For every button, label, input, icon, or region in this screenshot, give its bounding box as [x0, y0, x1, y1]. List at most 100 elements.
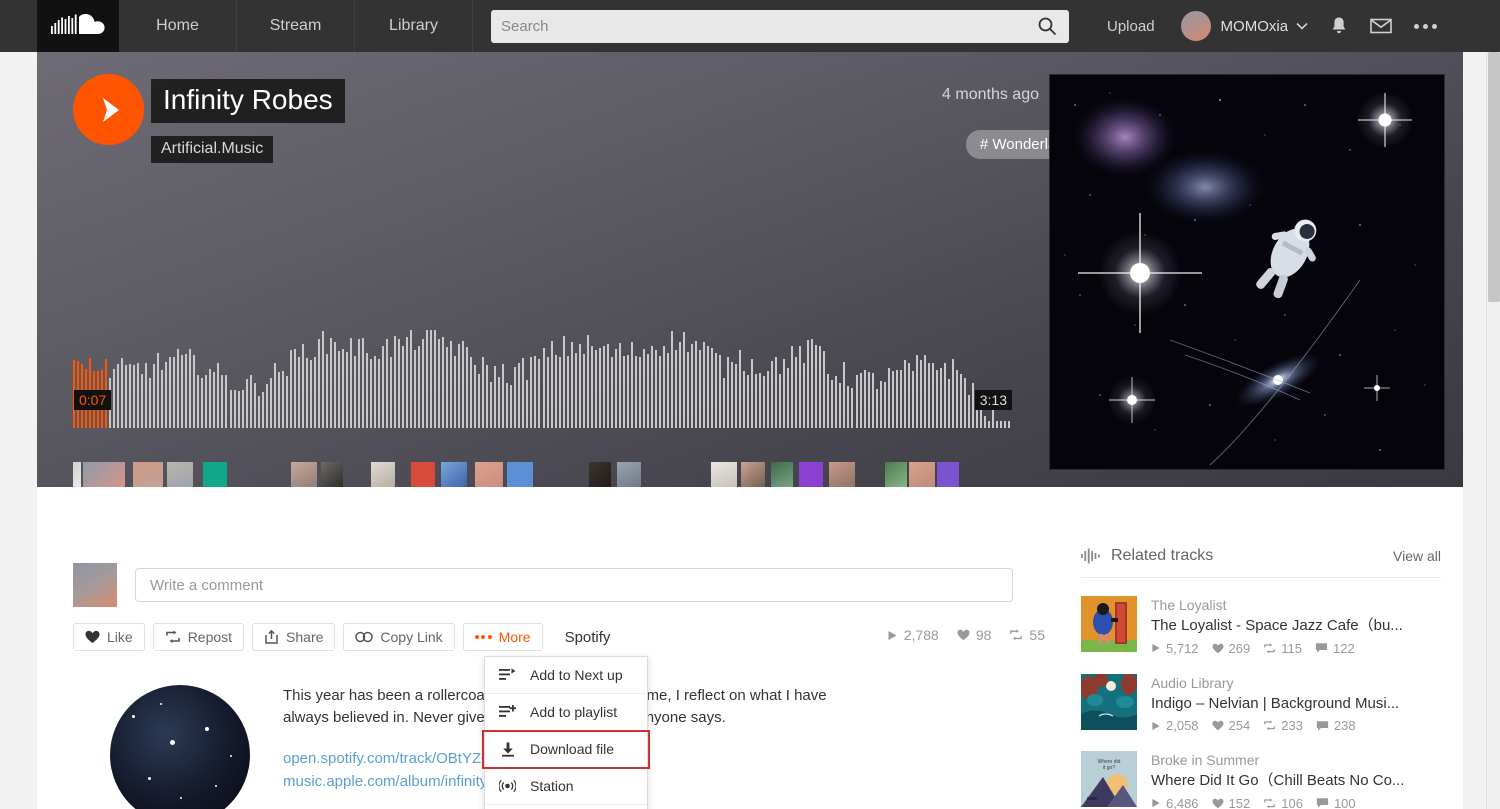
list-item[interactable]: The Loyalist The Loyalist - Space Jazz C…: [1081, 578, 1441, 656]
comment-input[interactable]: [150, 576, 998, 594]
repost-icon: [165, 630, 181, 644]
play-count: 2,788: [887, 627, 939, 643]
related-track-meta: The Loyalist The Loyalist - Space Jazz C…: [1151, 596, 1441, 656]
related-artwork-audio-library[interactable]: [1081, 673, 1137, 730]
related-track-title[interactable]: Where Did It Go（Chill Beats No Co...: [1151, 770, 1441, 792]
waveform-comment-avatars[interactable]: [73, 462, 1012, 487]
header-user-area: Upload MOMOxia: [1091, 0, 1438, 52]
track-artwork[interactable]: [1049, 74, 1445, 470]
related-track-user[interactable]: Audio Library: [1151, 674, 1441, 693]
menu-item-report[interactable]: Report: [485, 805, 647, 809]
related-artwork-broke-in-summer[interactable]: Where did it go?: [1081, 751, 1137, 808]
artist-panel: Artificial.Music ✓: [110, 685, 250, 809]
nav-item-library-label: Library: [389, 17, 438, 34]
related-track-meta: Broke in Summer Where Did It Go（Chill Be…: [1151, 751, 1441, 809]
soundcloud-logo[interactable]: [37, 0, 119, 52]
repost-label: Repost: [187, 629, 233, 645]
nav-item-stream[interactable]: Stream: [237, 0, 355, 52]
search-icon[interactable]: [1037, 16, 1057, 36]
menu-item-station[interactable]: Station: [485, 768, 647, 805]
bell-icon[interactable]: [1330, 16, 1348, 36]
copy-link-button[interactable]: Copy Link: [343, 623, 455, 651]
mail-icon[interactable]: [1370, 18, 1392, 34]
play-button[interactable]: [73, 74, 144, 145]
repost-small-icon: [1009, 629, 1023, 641]
play-small-icon: [887, 630, 898, 641]
spotify-track-link[interactable]: open.spotify.com/track/OBtYZ0F: [283, 747, 1045, 770]
more-button[interactable]: More: [462, 623, 543, 651]
like-count: 98: [957, 627, 992, 643]
share-icon: [264, 630, 279, 644]
top-navigation-bar: Home Stream Library Upload MOMOxia: [0, 0, 1500, 52]
repost-small-icon: [1263, 643, 1276, 654]
share-button[interactable]: Share: [252, 623, 336, 651]
nav-item-stream-label: Stream: [269, 17, 322, 34]
repost-small-icon: [1263, 720, 1276, 731]
comment-count-value: 100: [1333, 795, 1356, 809]
waveform-bars[interactable]: [73, 330, 1012, 428]
related-track-title[interactable]: The Loyalist - Space Jazz Cafe（bu...: [1151, 615, 1441, 637]
related-track-user[interactable]: The Loyalist: [1151, 596, 1441, 615]
menu-item-add-to-next-up[interactable]: Add to Next up: [485, 657, 647, 694]
description-line-1: This year has been a rollercoaster own i…: [283, 687, 827, 704]
heart-small-icon: [1212, 720, 1224, 731]
like-count: 152: [1212, 796, 1250, 809]
related-tracks-sidebar: Related tracks View all The Loyalist The…: [1081, 547, 1441, 809]
upload-label: Upload: [1107, 17, 1155, 35]
username-label[interactable]: MOMOxia: [1221, 18, 1289, 35]
menu-item-add-to-playlist-label: Add to playlist: [530, 704, 618, 720]
repost-button[interactable]: Repost: [152, 623, 245, 651]
related-track-stats: 2,058 254 233 238: [1151, 718, 1441, 733]
related-tracks-header: Related tracks View all: [1081, 547, 1441, 578]
like-count-value: 269: [1228, 640, 1251, 656]
repost-small-icon: [1263, 798, 1276, 809]
related-track-stats: 5,712 269 115 122: [1151, 641, 1441, 656]
repost-count-value: 233: [1281, 718, 1303, 734]
track-stats: 2,788 98 55: [887, 627, 1045, 643]
related-track-meta: Audio Library Indigo – Nelvian | Backgro…: [1151, 674, 1441, 734]
list-item[interactable]: Where did it go? Broke in Summer Where D…: [1081, 733, 1441, 809]
play-count-value: 2,788: [903, 627, 939, 643]
more-options-menu[interactable]: Add to Next up Add to playlist Download …: [484, 656, 648, 809]
waveform[interactable]: 0:07 3:13: [73, 330, 1012, 460]
artist-avatar[interactable]: [110, 685, 250, 809]
waveform-icon: [1081, 548, 1101, 564]
apple-music-link[interactable]: music.apple.com/album/infinity-r ic: [283, 770, 1045, 793]
menu-item-add-to-playlist[interactable]: Add to playlist: [485, 694, 647, 731]
related-track-user[interactable]: Broke in Summer: [1151, 751, 1441, 770]
like-count-value: 98: [975, 627, 992, 643]
scrollbar-thumb[interactable]: [1488, 52, 1500, 302]
related-track-title[interactable]: Indigo – Nelvian | Background Musi...: [1151, 693, 1441, 715]
avatar[interactable]: [73, 563, 117, 607]
repost-count: 106: [1263, 796, 1303, 809]
heart-small-icon: [957, 629, 970, 641]
page-scrollbar[interactable]: [1486, 52, 1500, 809]
menu-item-station-label: Station: [530, 778, 574, 794]
related-artwork-the-loyalist[interactable]: [1081, 596, 1137, 652]
play-count-value: 6,486: [1166, 795, 1199, 809]
menu-item-download-file[interactable]: Download file: [485, 731, 647, 768]
current-time-label: 0:07: [74, 390, 112, 410]
spotify-link[interactable]: Spotify: [565, 629, 611, 646]
play-small-icon: [1151, 798, 1161, 808]
avatar[interactable]: [1180, 11, 1211, 41]
comment-count-value: 238: [1333, 718, 1356, 734]
upload-button[interactable]: Upload: [1091, 18, 1171, 35]
heart-small-icon: [1212, 798, 1224, 809]
header-left-spacer: [0, 0, 37, 52]
list-item[interactable]: Audio Library Indigo – Nelvian | Backgro…: [1081, 656, 1441, 734]
like-count: 269: [1212, 640, 1251, 656]
track-upload-date: 4 months ago: [942, 86, 1039, 103]
search-box[interactable]: [491, 9, 1069, 43]
comment-input-box[interactable]: [135, 568, 1013, 602]
search-input[interactable]: [501, 17, 1031, 35]
track-artist-label[interactable]: Artificial.Music: [151, 136, 274, 163]
ellipsis-icon[interactable]: [1414, 23, 1438, 29]
nav-item-library[interactable]: Library: [355, 0, 473, 52]
heart-small-icon: [1212, 643, 1224, 654]
chevron-down-icon[interactable]: [1296, 22, 1308, 30]
nav-item-home[interactable]: Home: [119, 0, 237, 52]
view-all-link[interactable]: View all: [1393, 548, 1441, 564]
like-button[interactable]: Like: [73, 623, 145, 651]
play-small-icon: [1151, 721, 1161, 731]
